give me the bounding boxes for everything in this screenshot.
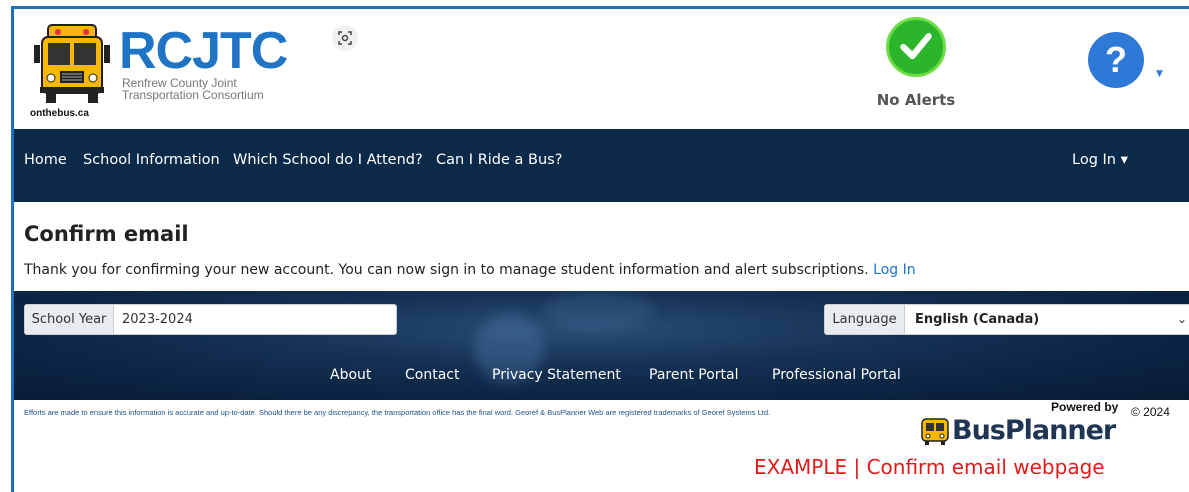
chevron-down-icon[interactable]: ▼ <box>1156 69 1163 79</box>
school-year-value[interactable]: 2023-2024 <box>122 305 193 334</box>
disclaimer-text: Efforts are made to ensure this informat… <box>24 408 771 417</box>
chevron-down-icon[interactable]: ⌄ <box>1177 305 1187 334</box>
busplanner-logo[interactable]: BusPlanner <box>919 413 1119 453</box>
checkmark-icon <box>886 17 946 77</box>
footer-link-privacy[interactable]: Privacy Statement <box>492 367 621 383</box>
footer-band: School Year 2023-2024 Language English (… <box>14 291 1189 400</box>
school-bus-icon <box>921 418 949 445</box>
busplanner-wordmark: BusPlanner <box>952 415 1116 446</box>
example-caption: EXAMPLE | Confirm email webpage <box>754 455 1105 479</box>
copyright: © 2024 <box>1131 405 1170 419</box>
language-value[interactable]: English (Canada) <box>915 305 1039 334</box>
footer-link-about[interactable]: About <box>330 367 371 383</box>
school-year-select[interactable]: School Year 2023-2024 <box>24 304 397 335</box>
footer-link-contact[interactable]: Contact <box>405 367 459 383</box>
school-year-label: School Year <box>25 305 114 334</box>
confirmation-message: Thank you for confirming your new accoun… <box>24 262 916 278</box>
decorative-glow <box>544 291 654 331</box>
confirmation-text: Thank you for confirming your new accoun… <box>24 262 869 278</box>
nav-school-information[interactable]: School Information <box>83 152 220 168</box>
bus-caption: onthebus.ca <box>30 108 89 119</box>
powered-by-label: Powered by <box>1051 400 1119 414</box>
brand-subtitle: Renfrew County Joint Transportation Cons… <box>122 77 282 101</box>
login-link[interactable]: Log In <box>873 262 915 278</box>
brand-subtitle-line: Transportation Consortium <box>122 88 264 102</box>
focus-scan-icon[interactable] <box>332 25 358 51</box>
brand-name: RCJTC <box>119 22 288 80</box>
page-title: Confirm email <box>24 222 189 246</box>
alerts-status[interactable]: No Alerts <box>866 17 966 119</box>
main-navbar: Home School Information Which School do … <box>14 129 1189 202</box>
site-header: onthebus.ca RCJTC Renfrew County Joint T… <box>14 9 1189 129</box>
alerts-label: No Alerts <box>876 91 956 109</box>
footer-link-parent-portal[interactable]: Parent Portal <box>649 367 739 383</box>
language-label: Language <box>825 305 905 334</box>
footer-link-professional-portal[interactable]: Professional Portal <box>772 367 901 383</box>
site-logo[interactable]: onthebus.ca RCJTC Renfrew County Joint T… <box>24 17 288 125</box>
nav-home[interactable]: Home <box>24 152 67 168</box>
nav-which-school[interactable]: Which School do I Attend? <box>233 152 423 168</box>
school-bus-icon <box>34 24 110 103</box>
language-select[interactable]: Language English (Canada) ⌄ <box>824 304 1189 335</box>
help-button[interactable]: ? <box>1088 32 1144 88</box>
login-dropdown[interactable]: Log In ▾ <box>1072 152 1128 168</box>
page-frame: onthebus.ca RCJTC Renfrew County Joint T… <box>11 6 1189 492</box>
nav-can-i-ride[interactable]: Can I Ride a Bus? <box>436 152 562 168</box>
